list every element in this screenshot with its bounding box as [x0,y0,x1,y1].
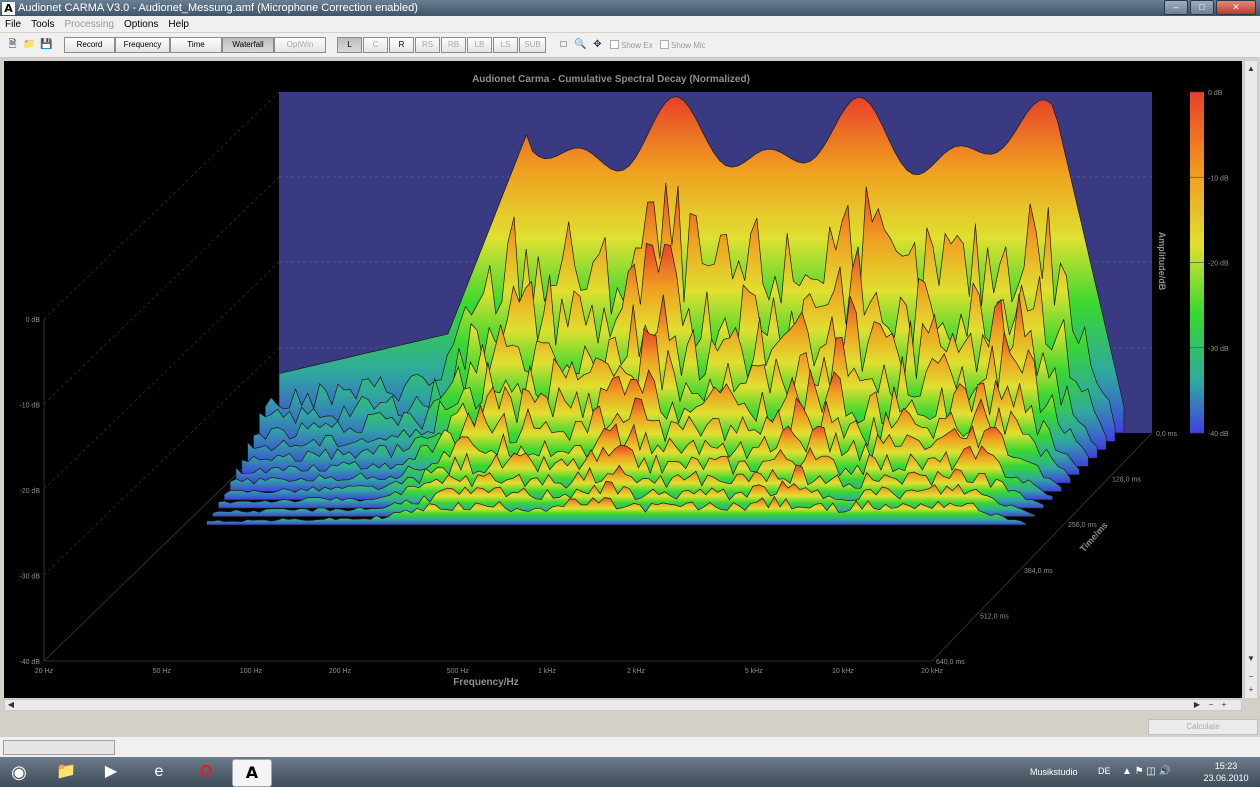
explorer-folder-icon[interactable]: 📁 [47,759,85,785]
calculate-button[interactable]: Calculate [1148,719,1258,735]
channel-lb-button[interactable]: LB [467,37,492,53]
opera-icon[interactable]: O [187,759,225,785]
open-folder-icon[interactable]: 📁 [23,38,36,51]
frequency-button[interactable]: Frequency [115,37,170,53]
y-axis-ticks: 0 dB -10 dB -20 dB -30 dB -40 dB [19,317,40,666]
clock-date[interactable]: 23.06.2010 [1196,773,1256,785]
minimize-button[interactable]: – [1164,0,1188,15]
time-tick-label: 256,0 ms [1068,522,1097,529]
x-tick-label: 1 kHz [538,668,556,675]
y-tick-label: -40 dB [19,659,40,666]
scroll-down-icon[interactable]: ▼ [1245,653,1257,665]
y-tick-label: -30 dB [19,574,40,581]
menu-options[interactable]: Options [119,19,163,30]
waterfall-plot-area[interactable]: Audionet Carma - Cumulative Spectral Dec… [4,61,1242,698]
colorbar-tick-label: -10 dB [1208,175,1229,182]
scroll-up-icon[interactable]: ▲ [1245,63,1257,75]
save-icon[interactable]: 💾 [40,38,53,51]
start-orb-icon[interactable]: ◉ [2,759,36,785]
title-bar: A Audionet CARMA V3.0 - Audionet_Messung… [0,0,1260,16]
channel-sub-button[interactable]: SUB [519,37,546,53]
record-button[interactable]: Record [64,37,115,53]
menu-help[interactable]: Help [163,19,194,30]
x-tick-label: 100 Hz [240,668,263,675]
x-tick-label: 20 Hz [35,668,54,675]
horizontal-scrollbar[interactable]: ◀ ▶ − + [4,699,1242,711]
channel-c-button[interactable]: C [363,37,388,53]
show-ex-label: Show Ex [621,41,653,50]
h-zoom-out-icon[interactable]: − [1205,700,1217,710]
channel-rb-button[interactable]: RB [441,37,466,53]
menu-processing[interactable]: Processing [59,19,118,30]
plot-title: Audionet Carma - Cumulative Spectral Dec… [472,74,750,85]
vertical-scrollbar[interactable]: ▲ ▼ − + [1244,61,1257,698]
menu-bar: File Tools Processing Options Help [0,16,1260,32]
window-icon[interactable]: □ [557,38,570,51]
h-zoom-in-icon[interactable]: + [1218,700,1230,710]
window-title: Audionet CARMA V3.0 - Audionet_Messung.a… [18,2,418,14]
optwin-button[interactable]: OptWin [274,37,326,53]
time-tick-label: 0,0 ms [1156,431,1178,438]
progress-bar [3,740,115,755]
x-tick-label: 200 Hz [329,668,352,675]
channel-ls-button[interactable]: LS [493,37,518,53]
channel-l-button[interactable]: L [337,37,362,53]
media-player-icon[interactable]: ▶ [92,759,130,785]
time-button[interactable]: Time [170,37,222,53]
status-bar [0,737,1260,757]
channel-rs-button[interactable]: RS [415,37,440,53]
network-name: Musikstudio [1030,767,1078,777]
show-ex-checkbox[interactable]: Show Ex [610,40,653,50]
tray-icons[interactable]: ▲ ⚑ ◫ 🔊 [1122,757,1171,787]
x-tick-label: 5 kHz [745,668,763,675]
channel-r-button[interactable]: R [389,37,414,53]
scroll-right-icon[interactable]: ▶ [1191,700,1203,710]
menu-file[interactable]: File [0,19,26,30]
pan-move-icon[interactable]: ✥ [591,38,604,51]
close-button[interactable]: ✕ [1216,0,1256,15]
time-tick-label: 128,0 ms [1112,477,1141,484]
taskbar: ◉ 📁 ▶ e O A Musikstudio DE ▲ ⚑ ◫ 🔊 15:23… [0,757,1260,787]
colorbar-tick-label: -20 dB [1208,261,1229,268]
zoom-in-icon[interactable]: + [1245,684,1257,696]
maximize-button[interactable]: □ [1190,0,1214,15]
language-indicator[interactable]: DE [1098,757,1111,787]
show-mic-checkbox[interactable]: Show Mic [660,40,706,50]
x-tick-label: 20 kHz [921,668,943,675]
show-mic-label: Show Mic [671,41,706,50]
internet-explorer-icon[interactable]: e [140,759,178,785]
time-tick-label: 384,0 ms [1024,568,1053,575]
x-tick-label: 10 kHz [832,668,854,675]
y-tick-label: 0 dB [26,317,41,324]
x-tick-label: 50 Hz [153,668,172,675]
colorbar-tick-label: -30 dB [1208,346,1229,353]
colorbar-tick-label: -40 dB [1208,431,1229,438]
x-tick-label: 500 Hz [447,668,470,675]
scroll-left-icon[interactable]: ◀ [5,700,17,710]
y-tick-label: -10 dB [19,403,40,410]
menu-tools[interactable]: Tools [26,19,59,30]
colorbar-label: Amplitude/dB [1157,232,1167,291]
new-file-icon[interactable]: 🗎 [6,38,19,51]
y-tick-label: -20 dB [19,488,40,495]
x-axis-ticks: 20 Hz 50 Hz 100 Hz 200 Hz 500 Hz 1 kHz 2 kHz 5 … [35,668,944,675]
x-axis-label: Frequency/Hz [453,677,519,688]
colorbar-tick-label: 0 dB [1208,90,1223,97]
time-tick-label: 512,0 ms [980,613,1009,620]
waterfall-chart: Audionet Carma - Cumulative Spectral Dec… [19,74,1229,688]
carma-app-icon[interactable]: A [232,759,272,787]
clock-time[interactable]: 15:23 [1196,761,1256,773]
window-controls: – □ ✕ [1164,0,1256,15]
zoom-out-icon[interactable]: − [1245,671,1257,683]
app-logo-icon: A [2,1,15,15]
time-tick-label: 640,0 ms [936,659,965,666]
toolbar: 🗎 📁 💾 Record Frequency Time Waterfall Op… [0,33,1260,58]
zoom-icon[interactable]: 🔍 [574,38,587,51]
waterfall-button[interactable]: Waterfall [222,37,274,53]
x-tick-label: 2 kHz [627,668,645,675]
